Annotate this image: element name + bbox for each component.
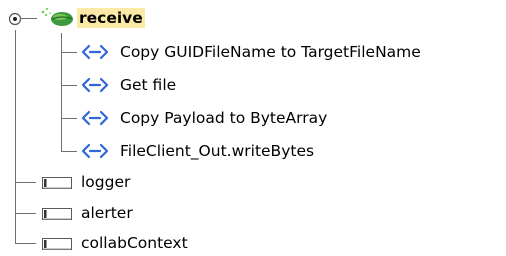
operation-leaf-icon — [38, 5, 74, 31]
tree-node-collab-context[interactable]: collabContext — [42, 230, 190, 256]
tree-node-logger[interactable]: logger — [42, 169, 132, 195]
tree-node-label: Copy Payload to ByteArray — [120, 109, 328, 127]
tree-line-root-expander — [20, 18, 37, 19]
field-box-icon — [42, 236, 72, 250]
field-box-icon — [42, 175, 72, 189]
tree-line-child-3 — [61, 118, 77, 119]
tree-line-children-vertical — [61, 33, 62, 152]
field-box-icon — [42, 206, 72, 220]
tree-node-label: Copy GUIDFileName to TargetFileName — [120, 43, 421, 61]
tree-node-label: alerter — [81, 204, 133, 222]
tree-node-get-file[interactable]: Get file — [80, 72, 178, 98]
tree-node-label: logger — [81, 173, 131, 191]
tree-node-receive[interactable]: receive — [38, 5, 145, 31]
tree-node-label: collabContext — [81, 234, 188, 252]
tree-line-field-2 — [15, 213, 36, 214]
mapping-arrow-icon — [80, 44, 110, 60]
workflow-tree: receive Copy GUIDFileName to TargetFileN… — [0, 0, 506, 256]
mapping-arrow-icon — [80, 110, 110, 126]
tree-node-label: FileClient_Out.writeBytes — [120, 142, 315, 160]
tree-node-copy-guid[interactable]: Copy GUIDFileName to TargetFileName — [80, 39, 423, 65]
tree-line-child-2 — [61, 85, 77, 86]
mapping-arrow-icon — [80, 143, 110, 159]
tree-line-child-4 — [61, 151, 77, 152]
tree-node-write-bytes[interactable]: FileClient_Out.writeBytes — [80, 138, 316, 164]
tree-line-field-1 — [15, 182, 36, 183]
tree-node-alerter[interactable]: alerter — [42, 200, 135, 226]
tree-line-field-3 — [15, 243, 36, 244]
tree-node-label: Get file — [120, 76, 177, 94]
tree-node-label: receive — [77, 8, 145, 28]
mapping-arrow-icon — [80, 77, 110, 93]
tree-line-child-1 — [61, 52, 77, 53]
tree-node-copy-payload[interactable]: Copy Payload to ByteArray — [80, 105, 329, 131]
tree-line-root-vertical — [15, 30, 16, 244]
